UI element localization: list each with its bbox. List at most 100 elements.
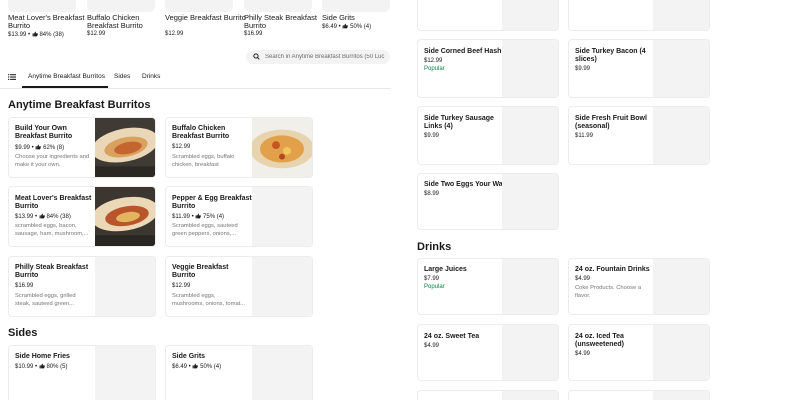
popular-badge: Popular: [424, 284, 445, 290]
menu-item-card[interactable]: Side Two Eggs Your Way $8.99: [417, 173, 559, 230]
thumbs-up-icon: [193, 363, 199, 369]
item-price: $9.99: [15, 145, 31, 151]
item-name: 24 oz. Sweet Tea: [424, 333, 480, 340]
menu-item-card[interactable]: [568, 0, 710, 31]
item-rating: 75% (4): [203, 214, 225, 220]
carousel-item-image: [8, 0, 76, 12]
carousel-item-name: Buffalo Chicken Breakfast Burrito: [87, 13, 143, 31]
menu-item-card[interactable]: Large Juices $7.99 Popular: [417, 258, 559, 315]
section-title-drinks: Drinks: [417, 241, 452, 253]
thumbs-up-icon: [32, 31, 38, 37]
item-image-placeholder: [502, 107, 558, 164]
item-price: $9.99: [424, 133, 440, 139]
menu-item-card[interactable]: [568, 390, 710, 400]
menu-item-card[interactable]: Veggie Breakfast Burrito $12.99 Scramble…: [165, 256, 313, 317]
item-name: Side Home Fries: [15, 353, 70, 360]
item-description: scrambled eggs, bacon, sausage, ham, mus…: [15, 223, 89, 238]
item-price-rating: $11.99 • 75% (4): [172, 213, 225, 220]
item-image-placeholder: [252, 187, 312, 246]
menu-item-card[interactable]: 24 oz. Sweet Tea $4.99: [417, 324, 559, 381]
menu-search-input[interactable]: Search in Anytime Breakfast Burritos (50…: [246, 50, 390, 64]
menu-item-card[interactable]: Philly Steak Breakfast Burrito $16.99 Sc…: [8, 256, 156, 317]
item-image-placeholder: [252, 346, 312, 400]
carousel-item-rating: 50% (4): [350, 24, 372, 30]
item-name: Meat Lover's Breakfast Burrito: [15, 195, 92, 211]
item-description: Scrambled eggs, sauteed green peppers, o…: [172, 223, 238, 238]
item-price-rating: $9.99 • 62% (8): [15, 144, 65, 151]
item-image-placeholder: [653, 107, 709, 164]
menu-item-card[interactable]: 24 oz. Iced Tea (unsweetened) $4.99: [568, 324, 710, 381]
carousel-item-image: [244, 0, 312, 12]
burrito-photo: [95, 187, 155, 246]
list-menu-icon[interactable]: [8, 73, 16, 81]
carousel-item-image: [322, 0, 390, 12]
popular-badge: Popular: [424, 66, 445, 72]
menu-item-card[interactable]: Side Corned Beef Hash $12.99 Popular: [417, 39, 559, 98]
item-price: $11.99: [575, 133, 593, 139]
item-name: Large Juices: [424, 266, 467, 273]
thumbs-up-icon: [39, 363, 45, 369]
item-name: Side Corned Beef Hash: [424, 48, 502, 55]
item-price: $12.99: [172, 144, 191, 150]
item-image-placeholder: [502, 174, 558, 229]
tab-anytime-breakfast-burritos[interactable]: Anytime Breakfast Burritos: [28, 73, 105, 80]
item-image-placeholder: [653, 259, 709, 314]
menu-item-card[interactable]: Side Grits $6.49 • 50% (4): [165, 345, 313, 400]
item-description: Scrambled eggs, mushrooms, onions, tomat…: [172, 293, 246, 308]
menu-item-card[interactable]: 24 oz. Fountain Drinks $4.99 Coke Produc…: [568, 258, 710, 315]
item-price: $6.49: [172, 364, 188, 370]
menu-item-card[interactable]: Buffalo Chicken Breakfast Burrito $12.99…: [165, 117, 313, 178]
item-image-placeholder: [502, 0, 558, 30]
carousel-item-name: Side Grits: [322, 13, 355, 22]
item-image-placeholder: [502, 259, 558, 314]
menu-item-card[interactable]: Side Turkey Sausage Links (4) $9.99: [417, 106, 559, 165]
carousel-item-meta: $6.49 • 50% (4): [322, 23, 372, 30]
item-price: $10.99: [15, 364, 34, 370]
item-name: Side Grits: [172, 353, 206, 360]
item-image-placeholder: [95, 346, 155, 400]
menu-item-card[interactable]: Build Your Own Breakfast Burrito $9.99 •…: [8, 117, 156, 178]
item-rating: 50% (4): [200, 364, 222, 370]
item-price: $13.99: [15, 214, 34, 220]
carousel-item-meta: $13.99 • 84% (38): [8, 31, 64, 38]
nav-divider: [0, 88, 391, 89]
item-name: Pepper & Egg Breakfast Burrito: [172, 195, 252, 211]
item-description: Scrambled eggs, grilled steak, sauteed g…: [15, 293, 76, 308]
search-placeholder: Search in Anytime Breakfast Burritos (50…: [265, 53, 385, 60]
item-name: Buffalo Chicken Breakfast Burrito: [172, 125, 230, 141]
menu-item-card[interactable]: Side Fresh Fruit Bowl (seasonal) $11.99: [568, 106, 710, 165]
thumbs-up-icon: [343, 23, 349, 29]
item-price: $12.99: [424, 58, 443, 64]
tab-sides[interactable]: Sides: [114, 73, 130, 80]
menu-item-card[interactable]: Meat Lover's Breakfast Burrito $13.99 • …: [8, 186, 156, 247]
item-price-rating: $13.99 • 84% (38): [15, 213, 71, 220]
item-image-placeholder: [502, 40, 558, 97]
menu-item-card[interactable]: Side Home Fries $10.99 • 80% (5): [8, 345, 156, 400]
tab-drinks[interactable]: Drinks: [142, 73, 160, 80]
item-name: Side Turkey Sausage Links (4): [424, 115, 494, 131]
search-icon: [253, 53, 260, 60]
item-price: $4.99: [424, 343, 440, 349]
item-description: Choose your ingredients and make it your…: [15, 154, 90, 169]
carousel-item-price: $13.99: [8, 32, 27, 38]
carousel-item-image: [165, 0, 233, 12]
item-price: $7.99: [424, 276, 440, 282]
item-name: Side Turkey Bacon (4 slices): [575, 48, 646, 64]
item-image-placeholder: [653, 325, 709, 380]
menu-item-card[interactable]: [417, 390, 559, 400]
carousel-item-price: $16.99: [244, 31, 263, 37]
item-price-rating: $10.99 • 80% (5): [15, 363, 68, 370]
menu-item-card[interactable]: Pepper & Egg Breakfast Burrito $11.99 • …: [165, 186, 313, 247]
item-name: Philly Steak Breakfast Burrito: [15, 264, 89, 280]
item-image-placeholder: [252, 257, 312, 316]
carousel-item-price: $12.99: [87, 31, 106, 37]
menu-item-card[interactable]: Side Turkey Bacon (4 slices) $9.99: [568, 39, 710, 98]
thumbs-up-icon: [39, 213, 45, 219]
menu-item-card[interactable]: [417, 0, 559, 31]
section-title-burritos: Anytime Breakfast Burritos: [8, 99, 151, 111]
item-price: $16.99: [15, 283, 34, 289]
carousel-item-name: Philly Steak Breakfast Burrito: [244, 13, 317, 31]
item-name: 24 oz. Fountain Drinks: [575, 266, 650, 273]
item-name: Build Your Own Breakfast Burrito: [15, 125, 73, 141]
item-name: Side Two Eggs Your Way: [424, 181, 507, 188]
